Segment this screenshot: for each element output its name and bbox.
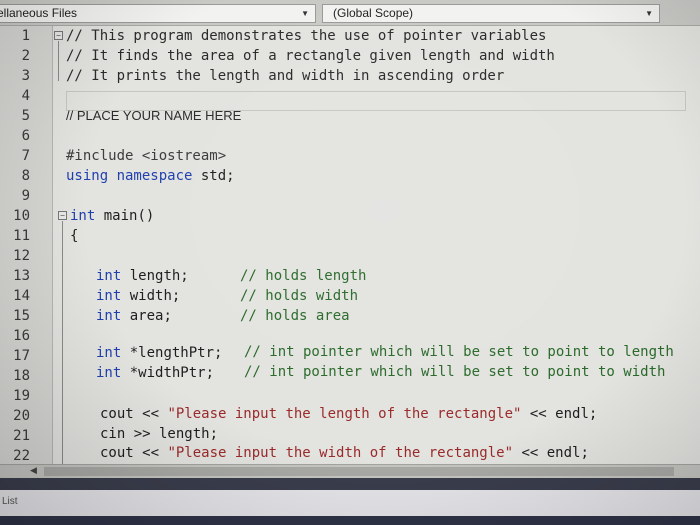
code-comment: // int pointer which will be set to poin…	[244, 344, 674, 360]
line-number: 13	[13, 268, 30, 284]
code-text: cout <<	[100, 406, 168, 422]
code-line-7: #include <iostream>	[66, 148, 227, 164]
code-text: width;	[121, 288, 181, 304]
code-line-18: int *widthPtr;	[96, 365, 214, 381]
navigation-bar: ellaneous Files ▼ (Global Scope) ▼	[0, 0, 700, 26]
keyword: int	[70, 208, 96, 224]
collapse-icon[interactable]: −	[58, 211, 67, 220]
code-text: area;	[121, 308, 172, 324]
chevron-down-icon[interactable]: ▼	[301, 5, 309, 22]
fold-guide	[62, 221, 63, 464]
code-line-5: // PLACE YOUR NAME HERE	[66, 108, 242, 123]
line-number: 12	[13, 248, 30, 264]
keyword: int	[96, 308, 122, 324]
code-comment: // holds area	[240, 308, 350, 324]
code-text: << endl;	[513, 445, 589, 461]
line-number: 19	[13, 388, 30, 404]
string-literal: "Please input the width of the rectangle…	[167, 445, 514, 461]
line-number: 4	[21, 88, 30, 104]
code-line-2: // It finds the area of a rectangle give…	[66, 48, 555, 64]
keyword: int	[96, 365, 122, 381]
code-line-13: int length;	[96, 268, 189, 284]
line-number: 8	[21, 168, 30, 184]
line-number: 22	[13, 448, 30, 464]
code-text: << endl;	[521, 406, 598, 422]
code-line-15: int area;	[96, 308, 172, 324]
line-number: 20	[13, 408, 30, 424]
keyword: using namespace	[66, 168, 193, 184]
project-dropdown-label: ellaneous Files	[0, 6, 78, 20]
line-number: 2	[21, 48, 30, 64]
scope-dropdown[interactable]: (Global Scope) ▼	[322, 4, 660, 23]
ide-window: ellaneous Files ▼ (Global Scope) ▼ 1 2 3…	[0, 0, 700, 525]
fold-guide	[58, 41, 59, 81]
code-line-8: using namespace std;	[66, 168, 235, 184]
keyword: int	[96, 268, 122, 284]
code-comment: // int pointer which will be set to poin…	[244, 364, 666, 380]
line-number: 16	[13, 328, 30, 344]
code-text: std;	[192, 168, 235, 184]
code-text: main()	[95, 208, 155, 224]
code-line-17: int *lengthPtr;	[96, 345, 222, 361]
line-number: 15	[13, 308, 30, 324]
code-line-11: {	[70, 228, 79, 244]
line-number: 11	[13, 228, 30, 244]
line-number: 1	[21, 28, 30, 44]
code-comment: // holds length	[240, 268, 367, 284]
horizontal-scrollbar[interactable]: ◀	[0, 464, 700, 478]
line-number: 3	[21, 68, 30, 84]
line-number: 10	[13, 208, 30, 224]
code-line-14: int width;	[96, 288, 180, 304]
line-number: 21	[13, 428, 30, 444]
taskbar-strip	[0, 516, 700, 525]
scope-dropdown-label: (Global Scope)	[333, 6, 414, 20]
code-line-22: cout << "Please input the width of the r…	[100, 445, 589, 461]
project-dropdown[interactable]: ellaneous Files ▼	[0, 4, 316, 23]
line-number: 5	[21, 108, 30, 124]
code-comment: // holds width	[240, 288, 359, 304]
chevron-down-icon[interactable]: ▼	[645, 5, 653, 22]
code-line-21: cin >> length;	[100, 426, 219, 442]
code-line-3: // It prints the length and width in asc…	[66, 68, 505, 84]
panel-splitter[interactable]	[0, 478, 700, 490]
code-text: length;	[121, 268, 189, 284]
code-line-20: cout << "Please input the length of the …	[100, 406, 597, 422]
code-text: cout <<	[100, 445, 168, 461]
code-text: *widthPtr;	[121, 365, 215, 381]
code-text: *lengthPtr;	[121, 345, 223, 361]
code-line-1: // This program demonstrates the use of …	[66, 28, 547, 44]
line-number: 6	[21, 128, 30, 144]
line-number: 18	[13, 368, 30, 384]
line-number: 9	[21, 188, 30, 204]
keyword: int	[96, 345, 122, 361]
panel-tab-label[interactable]: List	[2, 496, 18, 507]
string-literal: "Please input the length of the rectangl…	[167, 406, 522, 422]
line-number-gutter: 1 2 3 4 5 6 7 8 9 10 11 12 13 14 15 16 1…	[0, 26, 52, 464]
line-number: 7	[21, 148, 30, 164]
code-line-10: int main()	[70, 208, 154, 224]
scroll-left-icon[interactable]: ◀	[30, 465, 37, 478]
collapse-icon[interactable]: −	[54, 31, 63, 40]
scrollbar-thumb[interactable]	[44, 467, 674, 476]
keyword: int	[96, 288, 122, 304]
line-number: 14	[13, 288, 30, 304]
line-number: 17	[13, 348, 30, 364]
